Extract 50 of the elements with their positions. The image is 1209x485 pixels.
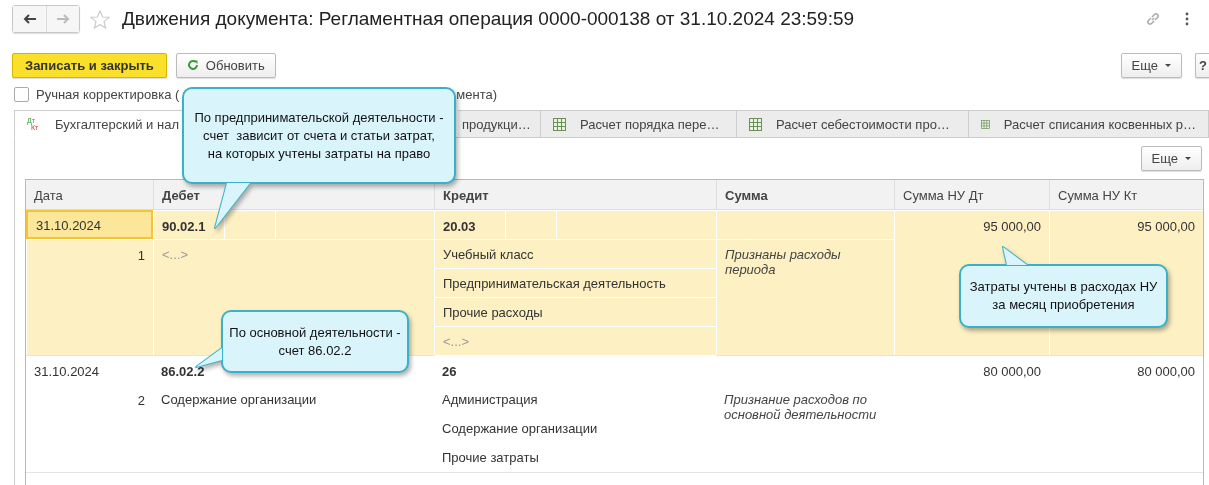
table-cell: 1 (26, 239, 153, 355)
table-icon (749, 117, 762, 131)
column-header[interactable]: Дата (26, 180, 153, 209)
table-cell-text: 80 000,00 (1136, 363, 1196, 381)
refresh-button[interactable]: Обновить (175, 52, 276, 78)
callout-text: Затраты учтены в расходах НУ за месяц приобретения (969, 278, 1158, 314)
table-icon (981, 117, 990, 131)
more-button[interactable]: Еще (1120, 52, 1182, 78)
table-cell-text: Прочие затраты (441, 449, 540, 467)
table-cell-text: 80 000,00 (982, 363, 1042, 381)
help-button[interactable]: ? (1195, 52, 1209, 78)
tab[interactable]: Расчет списания косвенных р… (969, 110, 1209, 138)
table-icon (553, 117, 566, 131)
table-cell: Учебный класс (435, 240, 716, 269)
window-title: Движения документа: Регламентная операция 0000-000138 от 31.10.2024 23:59:59 (122, 8, 855, 30)
table-cell: <...> (435, 327, 716, 356)
table-cell-text: <...> (161, 246, 190, 264)
checkbox-label: мента) (456, 86, 498, 102)
back-button[interactable] (13, 6, 46, 32)
table-cell: 20.03 (434, 210, 716, 239)
column-header[interactable]: Сумма НУ Кт (1049, 180, 1203, 209)
checkbox-label: Ручная корректировка ( (36, 86, 180, 102)
checkbox[interactable] (14, 86, 29, 102)
link-icon[interactable] (1145, 11, 1161, 27)
table-cell-text: Признание расходов по основной деятельности (723, 391, 878, 424)
table-cell: Признаны расходы периода (716, 239, 894, 355)
column-header[interactable]: Сумма (716, 180, 894, 209)
column-header[interactable]: Сумма НУ Дт (894, 180, 1049, 209)
tab[interactable]: Расчет порядка пере… (541, 110, 737, 138)
table-cell-text: 31.10.2024 (33, 363, 101, 381)
table-cell-text: 2 (136, 392, 146, 410)
more-button[interactable]: Еще (1140, 146, 1202, 171)
table-cell: 31.10.2024 (26, 210, 153, 239)
save-and-close-button[interactable]: Записать и закрыть (12, 52, 167, 78)
callout-text: По предпринимательской деятельности - счет зависит от счета и статьи затрат, на которых учтены затраты на право (194, 108, 444, 163)
table-cell-text: Содержание организации (160, 391, 318, 409)
more-icon[interactable] (1185, 12, 1189, 26)
table-cell: Прочие расходы (435, 298, 716, 327)
tab[interactable]: продукци… (458, 110, 541, 138)
forward-arrow-icon (56, 14, 70, 24)
table-cell-text: Содержание организации (441, 420, 599, 438)
table-cell-text: Администрация (441, 391, 539, 409)
table-cell-text: 26 (441, 363, 458, 381)
table-cell-text: 86.02.2 (160, 363, 206, 381)
star-icon[interactable] (90, 9, 110, 29)
back-arrow-icon (22, 14, 37, 24)
tab[interactable]: Расчет себестоимости про… (737, 110, 969, 138)
table-cell: 90.02.1 (153, 210, 434, 239)
table-cell: Предпринимательская деятельность (435, 269, 716, 298)
refresh-icon (186, 59, 199, 71)
